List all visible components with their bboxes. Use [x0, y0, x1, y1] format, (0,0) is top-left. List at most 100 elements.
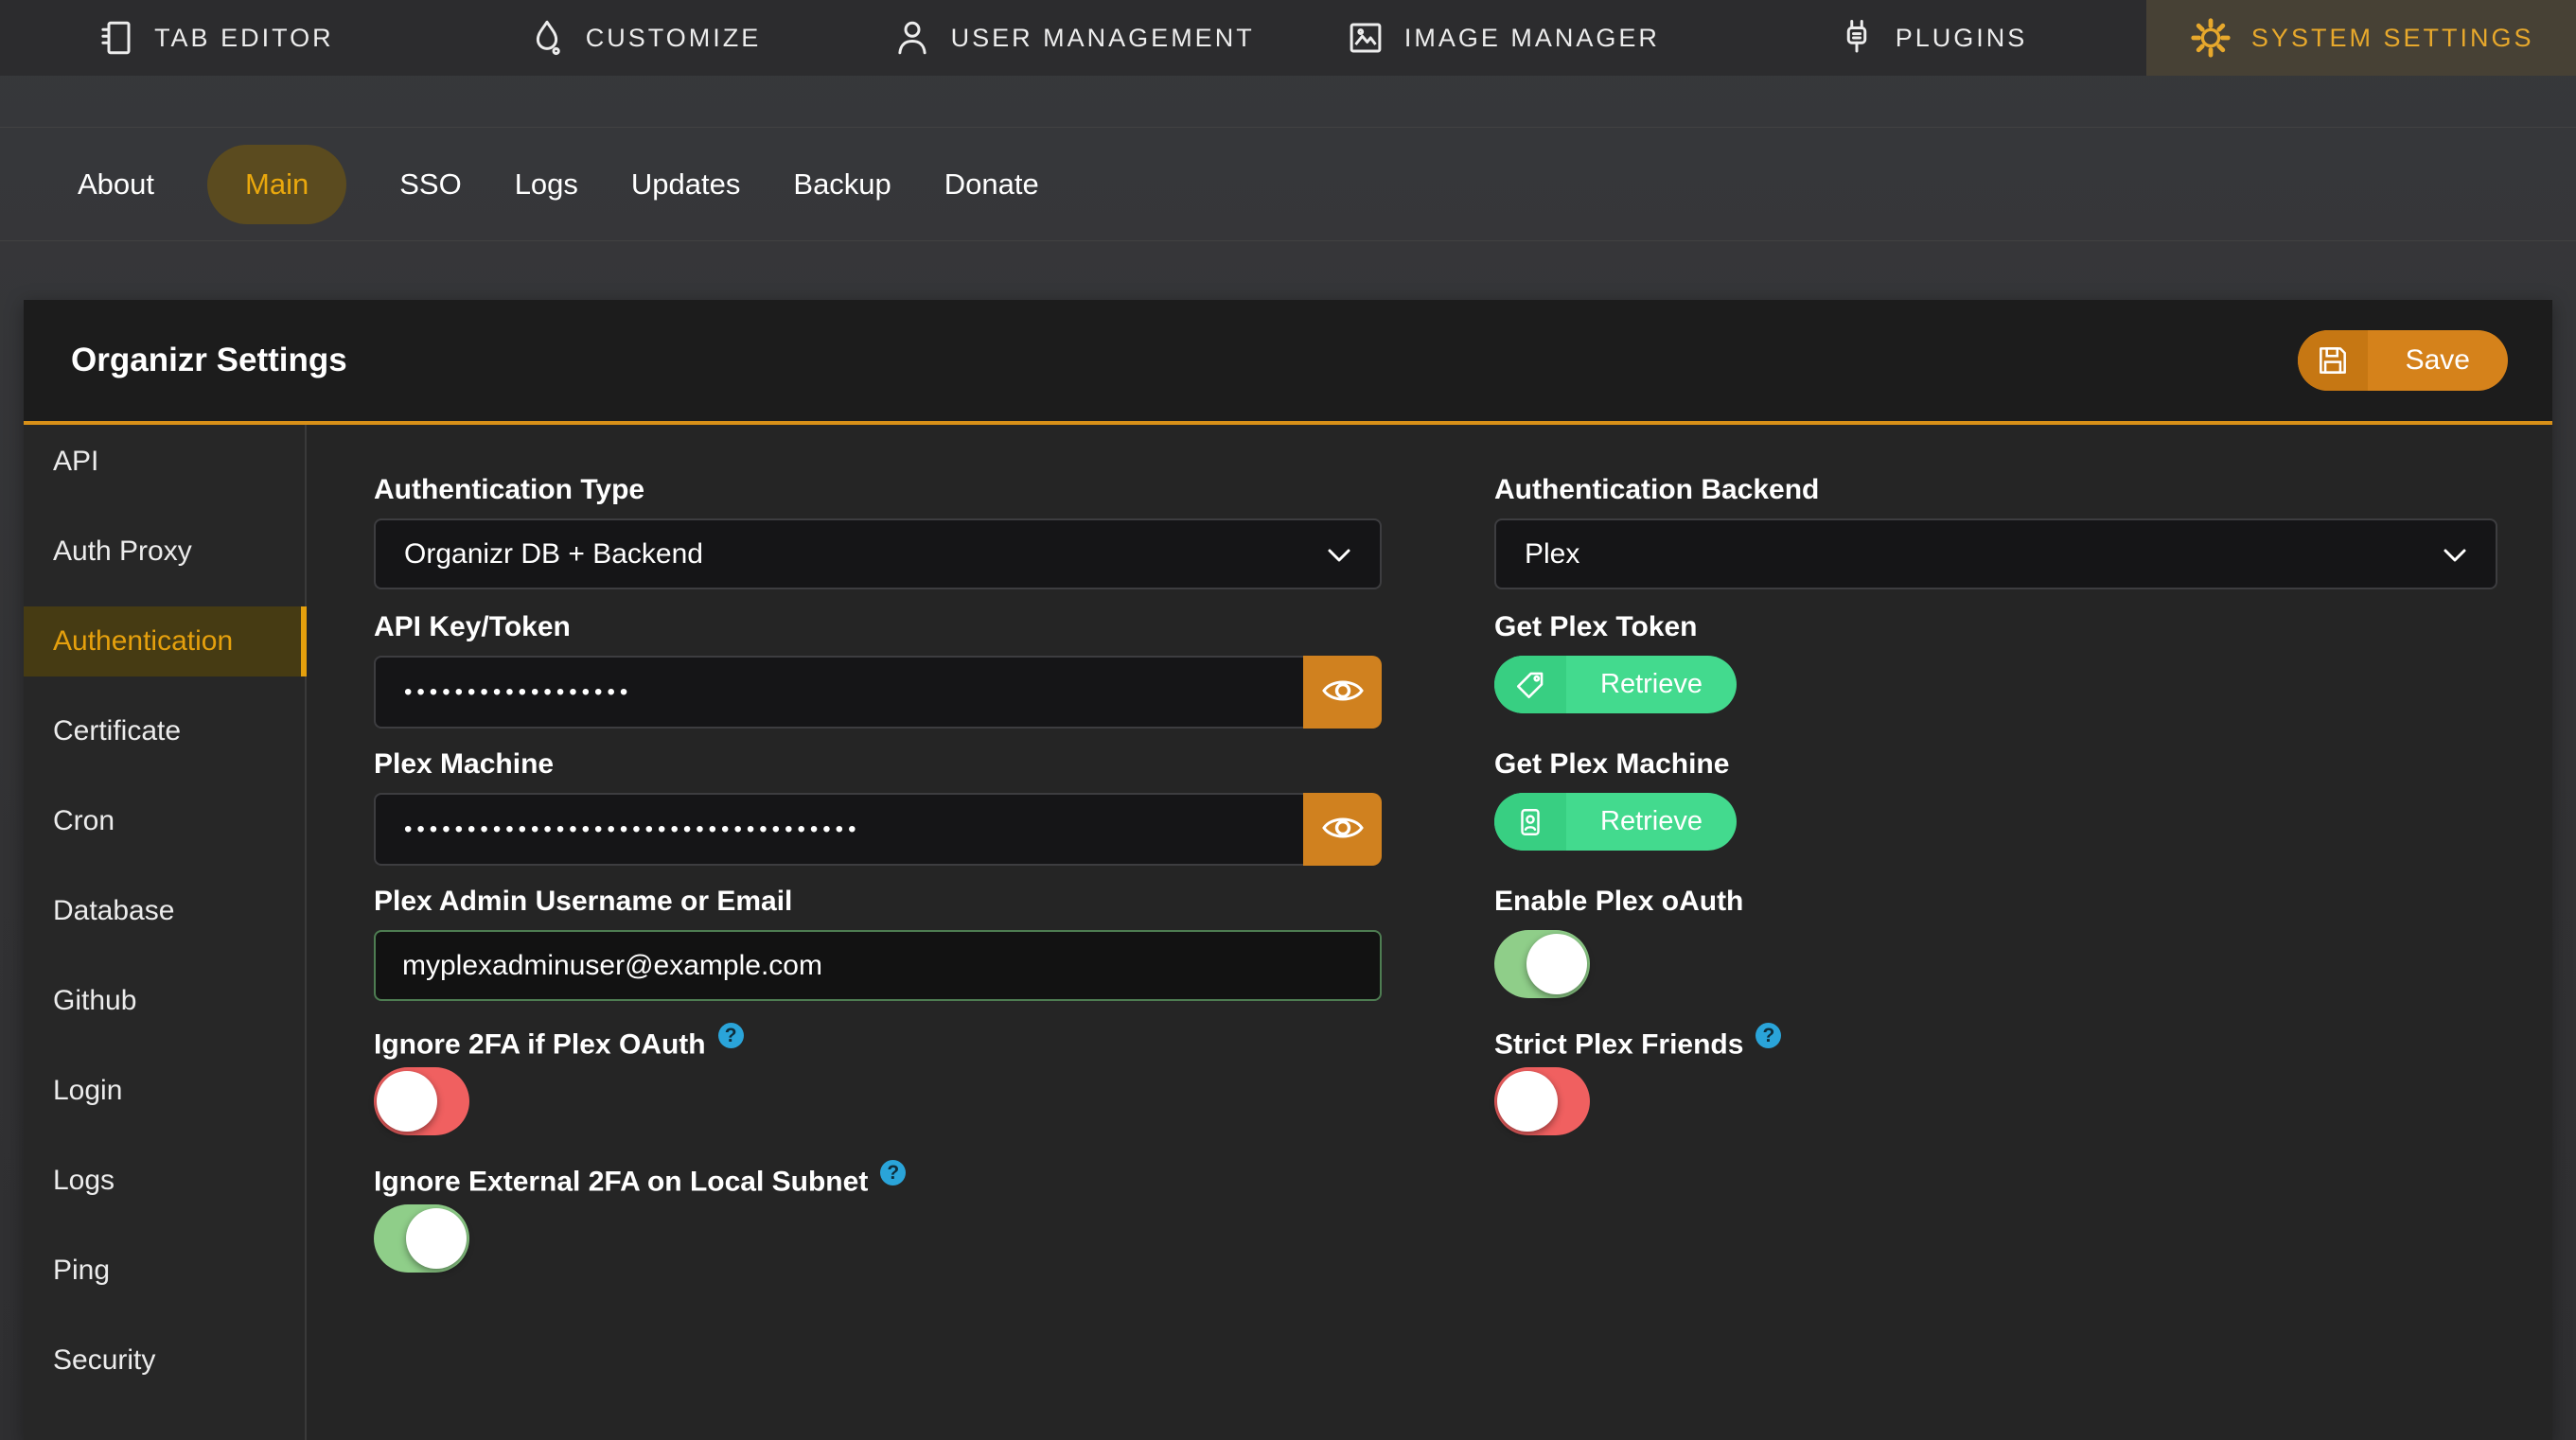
chevron-down-icon	[1327, 538, 1351, 571]
panel-body: API Auth Proxy Authentication Certificat…	[24, 425, 2552, 1440]
api-key-label: API Key/Token	[374, 611, 1382, 643]
strict-plex-friends-toggle[interactable]	[1494, 1067, 1590, 1135]
plug-icon	[1837, 18, 1877, 58]
settings-sidebar: API Auth Proxy Authentication Certificat…	[24, 425, 307, 1440]
ignore-2fa-group: Ignore 2FA if Plex OAuth?	[374, 1023, 1382, 1160]
top-tab-label: SYSTEM SETTINGS	[2251, 24, 2534, 53]
reveal-plex-machine-button[interactable]	[1303, 793, 1382, 866]
top-tab-tab-editor[interactable]: TAB EDITOR	[0, 0, 430, 76]
ignore-external-2fa-toggle[interactable]	[374, 1204, 469, 1273]
sub-tab-about[interactable]: About	[78, 167, 154, 202]
sidebar-item-github[interactable]: Github	[24, 966, 305, 1036]
panel-header: Organizr Settings Save	[24, 300, 2552, 425]
top-tab-image-manager[interactable]: IMAGE MANAGER	[1288, 0, 1718, 76]
floppy-icon	[2298, 330, 2368, 391]
ignore-external-2fa-label: Ignore External 2FA on Local Subnet?	[374, 1160, 1382, 1192]
authentication-settings-form: Authentication Type Organizr DB + Backen…	[307, 425, 2552, 1440]
api-key-input[interactable]	[374, 656, 1303, 729]
customize-icon	[527, 18, 567, 58]
auth-type-select[interactable]: Organizr DB + Backend	[374, 518, 1382, 589]
sidebar-item-security[interactable]: Security	[24, 1326, 305, 1396]
auth-backend-value: Plex	[1525, 538, 1579, 571]
auth-type-value: Organizr DB + Backend	[404, 538, 703, 571]
sub-tab-logs[interactable]: Logs	[515, 167, 578, 202]
eye-icon	[1322, 813, 1364, 846]
id-card-icon	[1494, 793, 1566, 851]
retrieve-button-label: Retrieve	[1566, 793, 1737, 851]
top-nav: TAB EDITOR CUSTOMIZE USER MANAGEMENT	[0, 0, 2576, 76]
top-tab-label: USER MANAGEMENT	[951, 24, 1255, 53]
plex-machine-input[interactable]	[374, 793, 1303, 866]
sidebar-item-logs[interactable]: Logs	[24, 1146, 305, 1216]
sidebar-item-auth-proxy[interactable]: Auth Proxy	[24, 517, 305, 587]
sidebar-item-authentication[interactable]: Authentication	[24, 606, 305, 676]
enable-plex-oauth-group: Enable Plex oAuth	[1494, 886, 2497, 1023]
sidebar-item-login[interactable]: Login	[24, 1056, 305, 1126]
ignore-2fa-toggle[interactable]	[374, 1067, 469, 1135]
user-icon	[892, 18, 932, 58]
get-plex-machine-label: Get Plex Machine	[1494, 748, 2497, 781]
save-button[interactable]: Save	[2298, 330, 2508, 391]
toggle-knob	[1526, 934, 1587, 994]
help-icon[interactable]: ?	[1756, 1023, 1781, 1048]
sub-tab-updates[interactable]: Updates	[631, 167, 740, 202]
plex-admin-group: Plex Admin Username or Email	[374, 886, 1382, 1023]
sidebar-item-database[interactable]: Database	[24, 876, 305, 946]
top-tab-label: PLUGINS	[1896, 24, 2028, 53]
plex-machine-group: Plex Machine	[374, 748, 1382, 886]
sidebar-item-cron[interactable]: Cron	[24, 786, 305, 856]
save-button-label: Save	[2368, 330, 2508, 391]
sub-tab-sso[interactable]: SSO	[399, 167, 461, 202]
sidebar-item-ping[interactable]: Ping	[24, 1236, 305, 1306]
form-column-left: Authentication Type Organizr DB + Backen…	[374, 474, 1382, 1297]
plex-admin-input[interactable]	[374, 930, 1382, 1001]
sub-tab-main[interactable]: Main	[207, 145, 346, 224]
plex-admin-label: Plex Admin Username or Email	[374, 886, 1382, 918]
ignore-2fa-label: Ignore 2FA if Plex OAuth?	[374, 1023, 1382, 1055]
ticket-icon	[1494, 656, 1566, 713]
api-key-group: API Key/Token	[374, 611, 1382, 748]
auth-type-group: Authentication Type Organizr DB + Backen…	[374, 474, 1382, 611]
page-title: Organizr Settings	[71, 342, 347, 379]
get-plex-machine-group: Get Plex Machine Retrieve	[1494, 748, 2497, 886]
top-tab-label: TAB EDITOR	[154, 24, 334, 53]
auth-backend-group: Authentication Backend Plex	[1494, 474, 2497, 611]
form-column-right: Authentication Backend Plex Get Plex Tok…	[1494, 474, 2497, 1160]
auth-backend-select[interactable]: Plex	[1494, 518, 2497, 589]
top-tab-system-settings[interactable]: SYSTEM SETTINGS	[2146, 0, 2576, 76]
auth-backend-label: Authentication Backend	[1494, 474, 2497, 506]
toggle-knob	[377, 1071, 437, 1132]
top-tab-user-management[interactable]: USER MANAGEMENT	[858, 0, 1288, 76]
help-icon[interactable]: ?	[718, 1023, 744, 1048]
get-plex-token-group: Get Plex Token Retrieve	[1494, 611, 2497, 748]
top-tab-label: CUSTOMIZE	[586, 24, 762, 53]
top-tab-customize[interactable]: CUSTOMIZE	[430, 0, 859, 76]
tab-editor-icon	[96, 18, 135, 58]
retrieve-plex-machine-button[interactable]: Retrieve	[1494, 793, 1737, 851]
strict-plex-friends-group: Strict Plex Friends?	[1494, 1023, 2497, 1160]
image-icon	[1346, 18, 1385, 58]
chevron-down-icon	[2443, 538, 2467, 571]
sub-tab-backup[interactable]: Backup	[793, 167, 891, 202]
ignore-external-2fa-group: Ignore External 2FA on Local Subnet?	[374, 1160, 1382, 1297]
top-tab-label: IMAGE MANAGER	[1404, 24, 1660, 53]
sub-tab-donate[interactable]: Donate	[944, 167, 1039, 202]
reveal-api-key-button[interactable]	[1303, 656, 1382, 729]
retrieve-plex-token-button[interactable]: Retrieve	[1494, 656, 1737, 713]
get-plex-token-label: Get Plex Token	[1494, 611, 2497, 643]
gear-icon	[2189, 16, 2232, 60]
sidebar-item-certificate[interactable]: Certificate	[24, 696, 305, 766]
retrieve-button-label: Retrieve	[1566, 656, 1737, 713]
sidebar-item-api[interactable]: API	[24, 427, 305, 497]
help-icon[interactable]: ?	[880, 1160, 906, 1185]
auth-type-label: Authentication Type	[374, 474, 1382, 506]
settings-sub-nav: About Main SSO Logs Updates Backup Donat…	[0, 127, 2576, 241]
eye-icon	[1322, 676, 1364, 709]
top-tab-plugins[interactable]: PLUGINS	[1718, 0, 2147, 76]
toggle-knob	[406, 1208, 467, 1269]
strict-plex-friends-label: Strict Plex Friends?	[1494, 1023, 2497, 1055]
plex-machine-label: Plex Machine	[374, 748, 1382, 781]
enable-plex-oauth-toggle[interactable]	[1494, 930, 1590, 998]
organizr-screen: TAB EDITOR CUSTOMIZE USER MANAGEMENT	[0, 0, 2576, 1440]
enable-plex-oauth-label: Enable Plex oAuth	[1494, 886, 2497, 918]
